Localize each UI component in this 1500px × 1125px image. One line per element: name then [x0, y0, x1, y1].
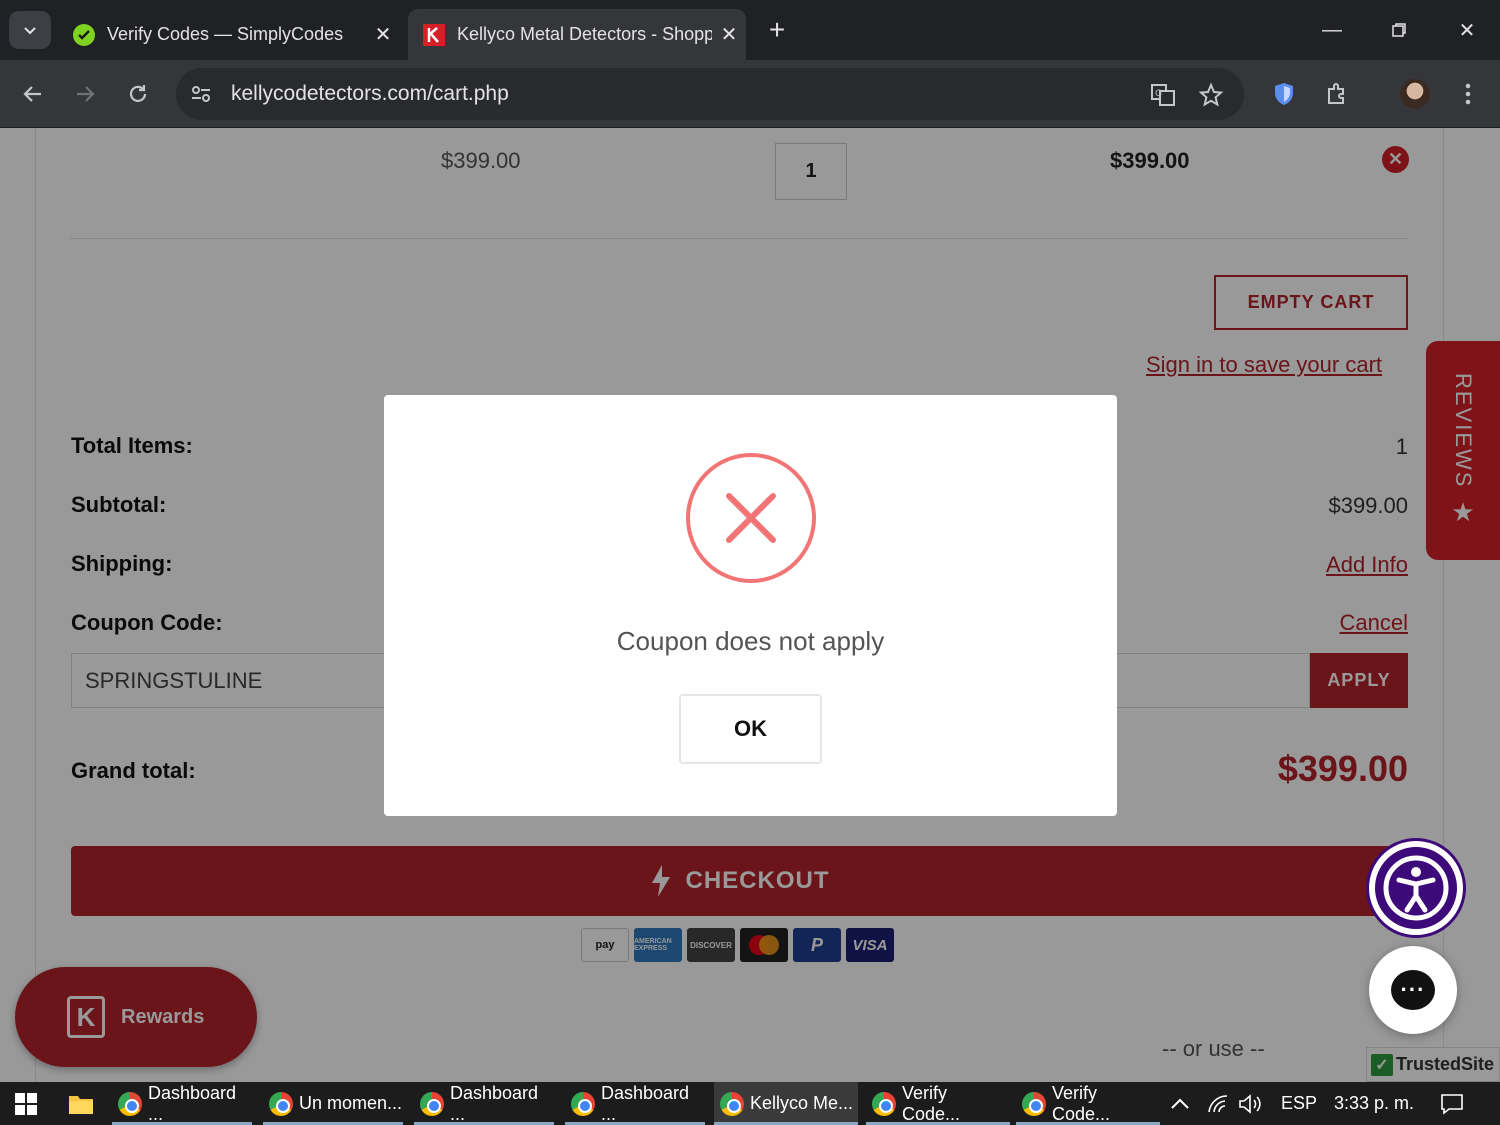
taskbar-item-active[interactable]: Kellyco Me...: [714, 1082, 858, 1125]
volume-icon[interactable]: [1238, 1082, 1262, 1125]
taskbar-item-label: Kellyco Me...: [750, 1093, 854, 1113]
chrome-icon: [720, 1091, 744, 1116]
taskbar-item[interactable]: Dashboard ...: [112, 1082, 252, 1125]
browser-tab-strip: Verify Codes — SimplyCodes ✕ Kellyco Met…: [0, 0, 1500, 60]
bitwarden-extension-icon[interactable]: [1264, 74, 1304, 114]
taskbar-item-label: Un momen...: [299, 1093, 403, 1113]
taskbar-item-label: Verify Code...: [1052, 1082, 1111, 1124]
address-bar[interactable]: kellycodetectors.com/cart.php G: [176, 68, 1244, 120]
translate-icon[interactable]: G: [1150, 82, 1176, 108]
network-icon[interactable]: [1207, 1082, 1229, 1125]
bookmark-star-icon[interactable]: [1198, 82, 1224, 108]
browser-menu-icon[interactable]: [1448, 74, 1488, 114]
input-language[interactable]: ESP: [1281, 1082, 1317, 1125]
profile-avatar[interactable]: [1395, 74, 1435, 114]
minimize-icon[interactable]: —: [1308, 12, 1356, 48]
show-hidden-icons-icon[interactable]: [1170, 1082, 1190, 1125]
file-explorer-icon[interactable]: [68, 1082, 94, 1125]
chrome-icon: [571, 1091, 595, 1116]
kellyco-favicon-icon: [423, 23, 445, 46]
new-tab-button[interactable]: +: [762, 14, 792, 46]
reload-icon[interactable]: [118, 74, 158, 114]
taskbar-item[interactable]: Dashboard ...: [565, 1082, 705, 1125]
chrome-icon: [1022, 1091, 1046, 1116]
tab-close-icon[interactable]: ✕: [366, 22, 400, 47]
clock[interactable]: 3:33 p. m.: [1334, 1082, 1414, 1125]
chevron-down-icon: [24, 27, 36, 35]
taskbar-item-label: Dashboard ...: [148, 1082, 237, 1124]
url-text: kellycodetectors.com/cart.php: [231, 82, 509, 105]
extensions-puzzle-icon[interactable]: [1317, 74, 1357, 114]
chat-button[interactable]: ···: [1369, 946, 1457, 1034]
ok-button[interactable]: OK: [679, 694, 822, 764]
dialog-message: Coupon does not apply: [616, 626, 885, 656]
taskbar-item-label: Dashboard ...: [450, 1082, 539, 1124]
notifications-icon[interactable]: [1440, 1082, 1464, 1125]
simplycodes-favicon-icon: [73, 23, 95, 46]
accessibility-icon: [1383, 855, 1449, 921]
chrome-icon: [269, 1091, 293, 1116]
taskbar-item[interactable]: Un momen...: [263, 1082, 403, 1125]
close-window-icon[interactable]: ✕: [1443, 12, 1491, 48]
tab-title: Kellyco Metal Detectors - Shopp: [457, 24, 712, 44]
taskbar-item-label: Dashboard ...: [601, 1082, 690, 1124]
tab-close-icon[interactable]: ✕: [712, 22, 746, 47]
chat-bubble-icon: ···: [1391, 970, 1435, 1010]
accessibility-button[interactable]: [1369, 841, 1463, 935]
windows-taskbar: Dashboard ... Un momen... Dashboard ... …: [0, 1082, 1500, 1125]
error-icon: [686, 453, 816, 583]
chrome-icon: [118, 1091, 142, 1116]
taskbar-item[interactable]: Dashboard ...: [414, 1082, 554, 1125]
taskbar-item-label: Verify Code...: [902, 1082, 961, 1124]
tab-kellyco[interactable]: Kellyco Metal Detectors - Shopp ✕: [408, 9, 746, 60]
cart-page: $399.00 1 $399.00 ✕ EMPTY CART Sign in t…: [0, 128, 1500, 1082]
windows-start-icon[interactable]: [14, 1082, 38, 1125]
coupon-error-dialog: Coupon does not apply OK: [384, 395, 1117, 816]
site-settings-icon[interactable]: [190, 83, 212, 105]
restore-icon[interactable]: [1375, 12, 1423, 48]
back-icon[interactable]: [13, 74, 53, 114]
tab-verify-codes[interactable]: Verify Codes — SimplyCodes ✕: [58, 9, 400, 60]
taskbar-item[interactable]: Verify Code...: [866, 1082, 1010, 1125]
forward-icon[interactable]: [65, 74, 105, 114]
chrome-icon: [420, 1091, 444, 1116]
tab-title: Verify Codes — SimplyCodes: [107, 24, 344, 44]
chrome-icon: [872, 1091, 896, 1116]
taskbar-item[interactable]: Verify Code...: [1016, 1082, 1160, 1125]
browser-toolbar: kellycodetectors.com/cart.php G: [0, 60, 1500, 128]
tab-search-button[interactable]: [9, 11, 51, 49]
svg-text:G: G: [1155, 89, 1162, 99]
